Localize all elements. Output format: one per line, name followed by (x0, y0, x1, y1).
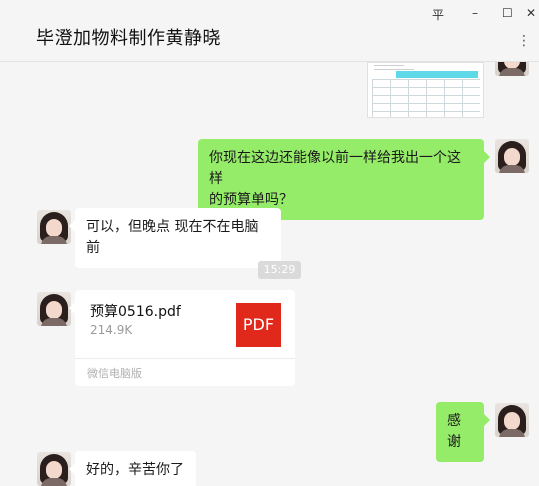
contact-avatar[interactable] (37, 292, 71, 326)
chat-title-bar: 毕澄加物料制作黄静晓 平 – ☐ ✕ ⋮ (0, 0, 539, 62)
file-name: 预算0516.pdf (90, 304, 181, 320)
close-icon[interactable]: ✕ (526, 6, 536, 20)
chat-title: 毕澄加物料制作黄静晓 (36, 28, 221, 49)
message-bubble-sent[interactable]: 感谢 (436, 402, 490, 462)
message-text: 可以，但晚点 现在不在电脑前 (86, 219, 259, 256)
message-text-line-1: 你现在这边还能像以前一样给我出一个这样 (209, 150, 461, 187)
file-source-label: 微信电脑版 (87, 367, 142, 380)
my-avatar[interactable] (495, 139, 529, 173)
maximize-icon[interactable]: ☐ (502, 6, 513, 20)
more-options-icon[interactable]: ⋮ (517, 33, 532, 49)
my-avatar[interactable] (495, 403, 529, 437)
my-avatar[interactable] (495, 62, 529, 76)
message-bubble-received[interactable]: 好的，辛苦你了 (69, 451, 196, 486)
minimize-icon[interactable]: – (472, 6, 478, 20)
contact-avatar[interactable] (37, 210, 71, 244)
image-message[interactable] (367, 62, 484, 118)
message-timestamp: 15:29 (258, 261, 301, 279)
divider (75, 358, 295, 359)
spreadsheet-preview-icon (396, 71, 478, 78)
chat-message-area[interactable]: 你现在这边还能像以前一样给我出一个这样 的预算单吗？ 可以，但晚点 现在不在电脑… (0, 62, 539, 486)
file-size: 214.9K (90, 323, 133, 337)
contact-avatar[interactable] (37, 452, 71, 486)
message-text: 感谢 (447, 413, 461, 450)
message-text: 好的，辛苦你了 (86, 462, 184, 478)
message-bubble-received[interactable]: 可以，但晚点 现在不在电脑前 (69, 208, 281, 268)
pdf-file-icon: PDF (236, 303, 281, 347)
file-message-card[interactable]: 预算0516.pdf 214.9K PDF 微信电脑版 (69, 290, 295, 386)
pin-icon[interactable]: 平 (432, 6, 444, 23)
